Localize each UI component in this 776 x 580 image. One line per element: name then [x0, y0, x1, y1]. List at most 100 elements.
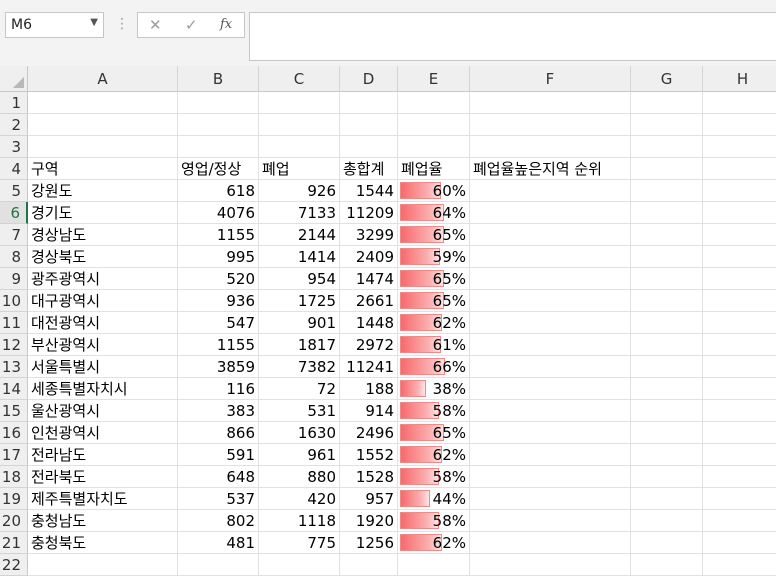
name-box[interactable]: M6 ▼: [5, 12, 104, 38]
column-header-a[interactable]: A: [28, 66, 178, 92]
cell-h19[interactable]: [703, 488, 776, 510]
cell-f19[interactable]: [470, 488, 631, 510]
open-count-cell[interactable]: 1155: [178, 224, 259, 246]
cell-h10[interactable]: [703, 290, 776, 312]
cell-f13[interactable]: [470, 356, 631, 378]
region-cell[interactable]: 전라남도: [28, 444, 178, 466]
closed-count-cell[interactable]: 901: [259, 312, 340, 334]
region-cell[interactable]: 경상북도: [28, 246, 178, 268]
row-header-15[interactable]: 15: [0, 400, 28, 422]
region-cell[interactable]: 울산광역시: [28, 400, 178, 422]
cell-h16[interactable]: [703, 422, 776, 444]
open-count-cell[interactable]: 995: [178, 246, 259, 268]
cell-g18[interactable]: [631, 466, 703, 488]
total-count-cell[interactable]: 1256: [340, 532, 398, 554]
cell-d3[interactable]: [340, 136, 398, 158]
total-count-cell[interactable]: 2409: [340, 246, 398, 268]
closure-rate-cell[interactable]: 60%: [398, 180, 470, 202]
row-header-13[interactable]: 13: [0, 356, 28, 378]
closed-count-cell[interactable]: 880: [259, 466, 340, 488]
closed-count-cell[interactable]: 420: [259, 488, 340, 510]
cell-h17[interactable]: [703, 444, 776, 466]
row-header-5[interactable]: 5: [0, 180, 28, 202]
cell-h1[interactable]: [703, 92, 776, 114]
cell-h13[interactable]: [703, 356, 776, 378]
row-header-9[interactable]: 9: [0, 268, 28, 290]
cell-h6[interactable]: [703, 202, 776, 224]
open-count-cell[interactable]: 802: [178, 510, 259, 532]
total-count-cell[interactable]: 2661: [340, 290, 398, 312]
closure-rate-cell[interactable]: 62%: [398, 312, 470, 334]
cell-f11[interactable]: [470, 312, 631, 334]
closure-rate-cell[interactable]: 64%: [398, 202, 470, 224]
row-header-4[interactable]: 4: [0, 158, 28, 180]
cell-g19[interactable]: [631, 488, 703, 510]
column-header-b[interactable]: B: [178, 66, 259, 92]
row-header-3[interactable]: 3: [0, 136, 28, 158]
total-count-cell[interactable]: 1448: [340, 312, 398, 334]
closure-rate-cell[interactable]: 58%: [398, 510, 470, 532]
cell-f18[interactable]: [470, 466, 631, 488]
row-header-6[interactable]: 6: [0, 202, 28, 224]
column-header-f[interactable]: F: [470, 66, 631, 92]
cell-f22[interactable]: [470, 554, 631, 576]
cell-f7[interactable]: [470, 224, 631, 246]
table-header-cell[interactable]: 영업/정상: [178, 158, 259, 180]
cell-d22[interactable]: [340, 554, 398, 576]
cell-e3[interactable]: [398, 136, 470, 158]
cell-e22[interactable]: [398, 554, 470, 576]
closed-count-cell[interactable]: 7382: [259, 356, 340, 378]
cell-g12[interactable]: [631, 334, 703, 356]
table-header-cell[interactable]: 총합계: [340, 158, 398, 180]
row-header-20[interactable]: 20: [0, 510, 28, 532]
cell-g16[interactable]: [631, 422, 703, 444]
closed-count-cell[interactable]: 961: [259, 444, 340, 466]
cell-h7[interactable]: [703, 224, 776, 246]
region-cell[interactable]: 인천광역시: [28, 422, 178, 444]
cell-g7[interactable]: [631, 224, 703, 246]
closure-rate-cell[interactable]: 38%: [398, 378, 470, 400]
cell-f8[interactable]: [470, 246, 631, 268]
closure-rate-cell[interactable]: 65%: [398, 290, 470, 312]
closed-count-cell[interactable]: 7133: [259, 202, 340, 224]
cell-g13[interactable]: [631, 356, 703, 378]
cell-f15[interactable]: [470, 400, 631, 422]
closed-count-cell[interactable]: 1725: [259, 290, 340, 312]
cell-a3[interactable]: [28, 136, 178, 158]
cell-g14[interactable]: [631, 378, 703, 400]
table-header-cell[interactable]: 폐업: [259, 158, 340, 180]
cell-f10[interactable]: [470, 290, 631, 312]
total-count-cell[interactable]: 1528: [340, 466, 398, 488]
column-header-g[interactable]: G: [631, 66, 703, 92]
region-cell[interactable]: 강원도: [28, 180, 178, 202]
open-count-cell[interactable]: 547: [178, 312, 259, 334]
cell-f5[interactable]: [470, 180, 631, 202]
total-count-cell[interactable]: 188: [340, 378, 398, 400]
closure-rate-cell[interactable]: 58%: [398, 466, 470, 488]
closure-rate-cell[interactable]: 65%: [398, 422, 470, 444]
cell-d2[interactable]: [340, 114, 398, 136]
closed-count-cell[interactable]: 1414: [259, 246, 340, 268]
cell-h21[interactable]: [703, 532, 776, 554]
total-count-cell[interactable]: 914: [340, 400, 398, 422]
region-cell[interactable]: 부산광역시: [28, 334, 178, 356]
open-count-cell[interactable]: 618: [178, 180, 259, 202]
row-header-7[interactable]: 7: [0, 224, 28, 246]
closure-rate-cell[interactable]: 58%: [398, 400, 470, 422]
drag-handle-icon[interactable]: ⋮: [115, 16, 129, 32]
cell-g5[interactable]: [631, 180, 703, 202]
cell-c3[interactable]: [259, 136, 340, 158]
cell-f2[interactable]: [470, 114, 631, 136]
closed-count-cell[interactable]: 1118: [259, 510, 340, 532]
cell-h12[interactable]: [703, 334, 776, 356]
closed-count-cell[interactable]: 954: [259, 268, 340, 290]
row-header-12[interactable]: 12: [0, 334, 28, 356]
cell-b3[interactable]: [178, 136, 259, 158]
column-header-e[interactable]: E: [398, 66, 470, 92]
open-count-cell[interactable]: 116: [178, 378, 259, 400]
cell-d1[interactable]: [340, 92, 398, 114]
cell-f6[interactable]: [470, 202, 631, 224]
formula-input[interactable]: [249, 12, 776, 61]
cell-g8[interactable]: [631, 246, 703, 268]
cell-f16[interactable]: [470, 422, 631, 444]
